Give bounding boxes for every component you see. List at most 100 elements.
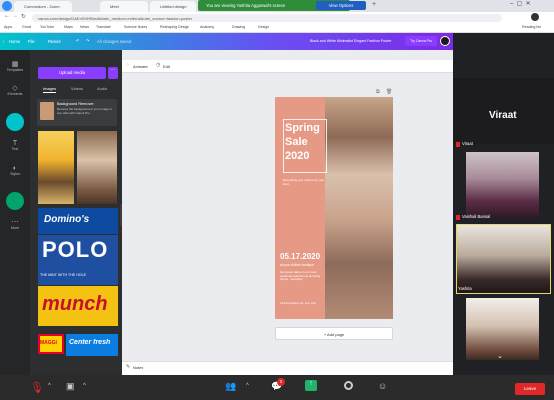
view-options-button[interactable]: View Options	[316, 1, 366, 10]
poster-canvas[interactable]: Spring Sale 2020 Everything you need to …	[275, 97, 393, 319]
animate-icon[interactable]: ◌	[126, 62, 129, 68]
address-bar[interactable]: canva.com/design/DAEnSHHB/edit#utm_mediu…	[32, 14, 502, 22]
muted-mic-icon	[456, 142, 460, 147]
document-title[interactable]: Black and White Minimalist Elegant Fashi…	[310, 39, 404, 43]
chat-badge: 2	[277, 378, 285, 386]
munch-logo-text: munch	[42, 293, 108, 315]
browser-tab-canva[interactable]: Untitled design	[150, 1, 196, 12]
participant-tile-yashita[interactable]	[456, 224, 551, 294]
poster-model-photo	[325, 97, 393, 319]
user-avatar[interactable]	[440, 36, 450, 46]
panel-tab-videos[interactable]: Videos	[71, 86, 83, 91]
rail-elements[interactable]: ◇ Elements	[0, 84, 30, 104]
text-icon: T	[12, 140, 18, 147]
home-link[interactable]: Home	[9, 39, 20, 44]
upload-more-icon[interactable]: ⋯	[108, 67, 118, 79]
new-tab-icon[interactable]: +	[372, 1, 376, 8]
rail-more[interactable]: ⋯ More	[0, 218, 30, 238]
record-icon[interactable]	[344, 381, 353, 390]
bookmark-item[interactable]: Reshaping Design	[160, 25, 189, 29]
participants-icon[interactable]: 👥	[225, 381, 236, 392]
back-chevron-icon[interactable]: ‹	[3, 39, 4, 44]
save-status: All changes saved	[97, 39, 131, 44]
meeting-toolbar	[453, 33, 554, 60]
upload-thumb-yellow[interactable]	[38, 131, 74, 204]
muted-mic-icon	[456, 215, 460, 220]
upload-thumb-brown[interactable]	[77, 131, 117, 204]
screen: Commodum - Zoom Meet Untitled design You…	[0, 0, 554, 400]
share-screen-icon[interactable]: ↑	[305, 380, 317, 391]
more-icon: ⋯	[11, 219, 19, 226]
poster-date: 05.17.2020	[280, 252, 321, 261]
bookmark-item[interactable]: Apps	[4, 25, 12, 29]
participant-name-yashita: Yashita	[458, 286, 472, 291]
participant-tile-4[interactable]	[466, 298, 539, 360]
add-page-button[interactable]: + Add page	[275, 327, 393, 340]
upload-media-button[interactable]: Upload media	[38, 67, 106, 79]
forward-icon[interactable]: →	[12, 13, 18, 19]
poster-footer: 123 Anywhere St., Any City	[280, 301, 317, 305]
poster-headline-line1: Spring	[285, 122, 320, 134]
notes-icon[interactable]: ✎	[126, 364, 130, 370]
photos-active-icon[interactable]	[6, 192, 24, 210]
bookmark-item[interactable]: YouTube	[40, 25, 54, 29]
animate-button[interactable]: Animate	[133, 64, 148, 69]
maggi-logo-text: MAGGI	[40, 340, 57, 346]
notes-button[interactable]: Notes	[133, 365, 143, 370]
duplicate-page-icon[interactable]: ⧉	[376, 89, 380, 95]
file-menu[interactable]: File	[28, 39, 35, 44]
edit-button[interactable]: Edit	[163, 64, 170, 69]
styles-icon: ◐	[12, 165, 18, 172]
bookmark-item[interactable]: Science Notes	[124, 25, 147, 29]
bookmark-item[interactable]: Translate	[96, 25, 111, 29]
reload-icon[interactable]: ↻	[21, 13, 26, 20]
elements-icon: ◇	[12, 85, 18, 92]
try-pro-button[interactable]: Try Canva Pro	[405, 36, 437, 46]
mic-muted-icon[interactable]: 🎙	[30, 381, 44, 394]
scroll-down-icon[interactable]: ⌄	[497, 352, 503, 360]
polo-tagline: THE MINT WITH THE HOLE	[40, 273, 86, 277]
window-controls[interactable]: – ▢ ✕	[510, 0, 531, 7]
rail-templates[interactable]: ▦ Templates	[0, 60, 30, 80]
bookmark-item[interactable]: Drawing	[232, 25, 245, 29]
editor-footer	[122, 361, 453, 375]
redo-icon[interactable]: ↷	[86, 38, 90, 43]
editor-toolbar	[122, 60, 453, 73]
centerfresh-logo-text: Center fresh	[69, 339, 111, 346]
delete-page-icon[interactable]: 🗑	[386, 89, 392, 95]
participant-tile-vaishali[interactable]	[466, 152, 539, 218]
bookmark-item[interactable]: Design	[258, 25, 269, 29]
poster-headline-line3: 2020	[285, 150, 310, 162]
video-off-icon[interactable]: ▣	[66, 381, 75, 392]
bookmark-item[interactable]: News	[80, 25, 89, 29]
bookmark-item[interactable]: Reading list	[522, 25, 541, 29]
timer-icon[interactable]: ◷	[156, 62, 160, 68]
participants-chevron-icon[interactable]: ^	[246, 383, 249, 389]
resize-button[interactable]: Resize	[48, 39, 61, 44]
profile-icon[interactable]	[531, 13, 539, 21]
bookmark-item[interactable]: Anatomy	[200, 25, 214, 29]
rail-text[interactable]: T Text	[0, 140, 30, 160]
templates-icon: ▦	[11, 61, 19, 68]
uploads-active-icon[interactable]	[6, 113, 24, 131]
bookmark-item[interactable]: Gmail	[22, 25, 31, 29]
poster-headline-line2: Sale	[285, 136, 308, 148]
host-name-large: Viraat	[489, 110, 517, 121]
mic-options-chevron-icon[interactable]: ^	[48, 383, 51, 389]
back-icon[interactable]: ←	[4, 13, 10, 19]
rail-styles[interactable]: ◐ Styles	[0, 165, 30, 185]
poster-body: Get great value on our new seasonal sele…	[280, 270, 321, 282]
bookmark-item[interactable]: Maps	[64, 25, 73, 29]
browser-tab-zoom[interactable]: Commodum - Zoom	[14, 1, 72, 12]
video-options-chevron-icon[interactable]: ^	[83, 383, 86, 389]
poster-subhead: Everything you need to fly your shot	[283, 178, 325, 186]
dominos-logo-text: Domino's	[44, 214, 90, 225]
reactions-icon[interactable]: ☺	[378, 381, 387, 391]
panel-tab-images[interactable]: Images	[43, 86, 57, 93]
undo-icon[interactable]: ↶	[76, 38, 80, 43]
poster-date-sub: at your clothes boutique	[280, 263, 314, 267]
bg-remover-desc: Remove the background of your image in o…	[57, 107, 112, 115]
browser-tab-meet[interactable]: Meet	[100, 1, 148, 12]
leave-button[interactable]: Leave	[515, 383, 545, 395]
panel-tab-audio[interactable]: Audio	[97, 86, 107, 91]
